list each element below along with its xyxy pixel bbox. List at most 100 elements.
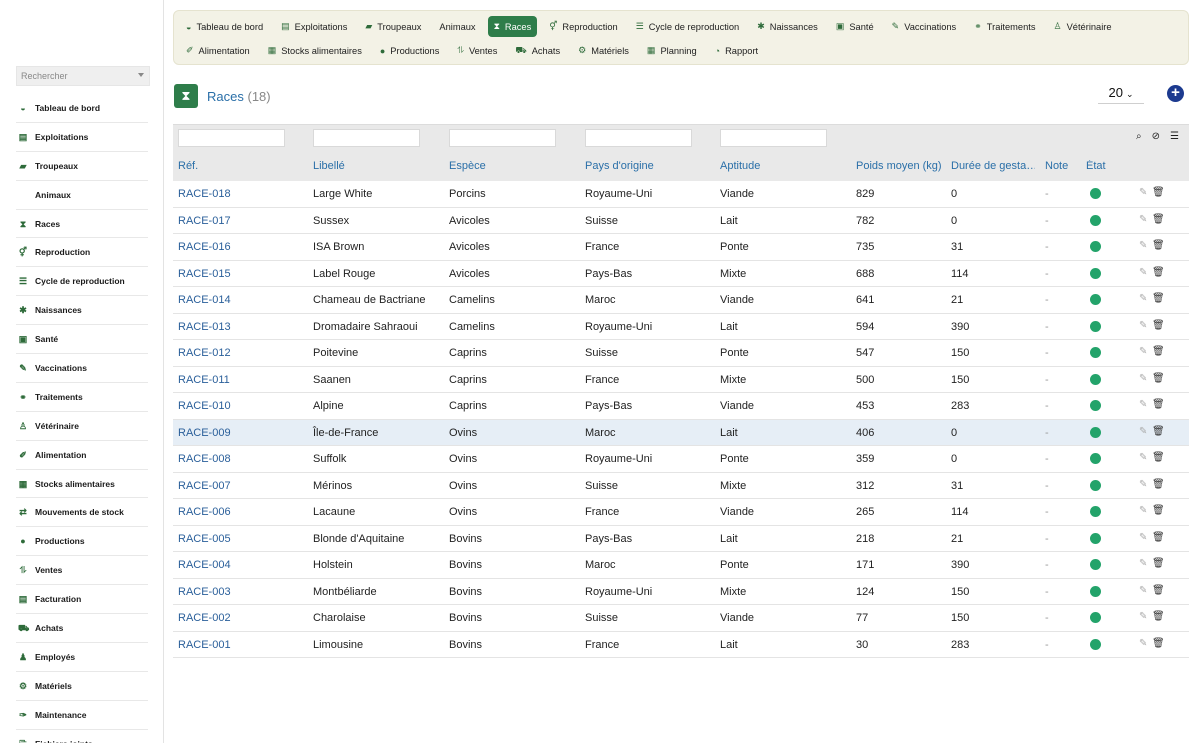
edit-icon[interactable]: ✎ [1139,399,1147,410]
delete-icon[interactable]: 🗑 [1152,558,1165,569]
delete-icon[interactable]: 🗑 [1152,452,1165,463]
delete-icon[interactable]: 🗑 [1152,267,1165,278]
nav-item[interactable]: ▰ Troupeaux [359,16,427,37]
ref-link[interactable]: RACE-002 [178,612,231,624]
edit-icon[interactable]: ✎ [1139,267,1147,278]
column-filter-input[interactable] [585,129,692,147]
table-row[interactable]: RACE-001 Limousine Bovins France Lait 30 283 - ✎… [173,632,1189,658]
column-list-icon[interactable]: ☰ [1170,131,1179,142]
table-row[interactable]: RACE-010 Alpine Caprins Pays-Bas Viande 453 28… [173,393,1189,420]
delete-icon[interactable]: 🗑 [1152,214,1165,225]
edit-icon[interactable]: ✎ [1139,585,1147,596]
nav-item[interactable]: ⚙ Matériels [572,40,635,61]
nav-item[interactable]: ☰ Cycle de reproduction [630,16,746,37]
nav-item[interactable]: ● Productions [374,40,446,61]
delete-icon[interactable]: 🗑 [1152,240,1165,251]
delete-icon[interactable]: 🗑 [1152,532,1165,543]
table-row[interactable]: RACE-009 Île-de-France Ovins Maroc Lait 406 0 -… [173,419,1189,446]
edit-icon[interactable]: ✎ [1139,558,1147,569]
ref-link[interactable]: RACE-007 [178,480,231,492]
sidebar-item[interactable]: ⚥ Reproduction [16,238,148,268]
ref-link[interactable]: RACE-005 [178,533,231,545]
sidebar-item[interactable]: Animaux [16,181,148,210]
ref-link[interactable]: RACE-016 [178,241,231,253]
ref-link[interactable]: RACE-015 [178,268,231,280]
ref-link[interactable]: RACE-012 [178,347,231,359]
ref-link[interactable]: RACE-014 [178,294,231,306]
sidebar-item[interactable]: ⛟ Achats [16,614,148,643]
per-page-select[interactable]: 20 ⌄ [1098,84,1144,104]
edit-icon[interactable]: ✎ [1139,187,1147,198]
nav-item[interactable]: ▦ Stocks alimentaires [262,40,368,61]
column-filter-input[interactable] [313,129,420,147]
clear-filter-icon[interactable]: ⊘ [1152,131,1160,142]
ref-link[interactable]: RACE-008 [178,453,231,465]
edit-icon[interactable]: ✎ [1139,532,1147,543]
edit-icon[interactable]: ✎ [1139,240,1147,251]
nav-item[interactable]: ⧗ Races [487,16,538,37]
table-row[interactable]: RACE-008 Suffolk Ovins Royaume-Uni Ponte 359 0… [173,446,1189,473]
sidebar-item[interactable]: ⧗ Races [16,210,148,239]
delete-icon[interactable]: 🗑 [1152,373,1165,384]
nav-item[interactable]: ⚥ Reproduction [543,16,623,37]
sidebar-item[interactable]: ⥮ Ventes [16,556,148,586]
edit-icon[interactable]: ✎ [1139,611,1147,622]
table-row[interactable]: RACE-005 Blonde d'Aquitaine Bovins Pays-Bas… [173,526,1189,552]
ref-link[interactable]: RACE-004 [178,559,231,571]
search-icon[interactable]: ⌕ [1136,131,1142,142]
sidebar-item[interactable]: ⚙ Matériels [16,672,148,701]
table-row[interactable]: RACE-004 Holstein Bovins Maroc Ponte 171 390 - ✎… [173,552,1189,579]
delete-icon[interactable]: 🗑 [1152,320,1165,331]
delete-icon[interactable]: 🗑 [1152,638,1165,649]
sidebar-item[interactable]: ▤ Facturation [16,585,148,615]
sidebar-item[interactable]: ✐ Alimentation [16,441,148,470]
edit-icon[interactable]: ✎ [1139,638,1147,649]
nav-item[interactable]: ✱ Naissances [751,16,824,37]
ref-link[interactable]: RACE-018 [178,188,231,200]
delete-icon[interactable]: 🗑 [1152,399,1165,410]
column-filter-input[interactable] [720,129,827,147]
sidebar-item[interactable]: ♙ Vétérinaire [16,412,148,441]
delete-icon[interactable]: 🗑 [1152,426,1165,437]
column-filter-input[interactable] [449,129,556,147]
column-header[interactable]: Poids moyen (kg) [856,160,946,172]
table-row[interactable]: RACE-007 Mérinos Ovins Suisse Mixte 312 31 - ✎ 🗑 [173,473,1189,499]
edit-icon[interactable]: ✎ [1139,426,1147,437]
delete-icon[interactable]: 🗑 [1152,505,1165,516]
sidebar-item[interactable]: ✑ Maintenance [16,701,148,730]
column-header[interactable]: État [1086,160,1126,172]
table-row[interactable]: RACE-011 Saanen Caprins France Mixte 500 150 - ✎… [173,367,1189,393]
column-header[interactable]: Note [1045,160,1081,172]
edit-icon[interactable]: ✎ [1139,214,1147,225]
add-race-button[interactable]: + [1167,85,1184,102]
table-row[interactable]: RACE-003 Montbéliarde Bovins Royaume-Uni Mix… [173,579,1189,605]
sidebar-item[interactable]: ⎘ Fichiers joints [16,730,148,743]
table-row[interactable]: RACE-006 Lacaune Ovins France Viande 265 114 - ✎… [173,499,1189,526]
table-row[interactable]: RACE-018 Large White Porcins Royaume-Uni Via… [173,181,1189,208]
table-row[interactable]: RACE-013 Dromadaire Sahraoui Camelins Royau… [173,314,1189,340]
delete-icon[interactable]: 🗑 [1152,346,1165,357]
sidebar-item[interactable]: ⇄ Mouvements de stock [16,498,148,528]
ref-link[interactable]: RACE-010 [178,400,231,412]
delete-icon[interactable]: 🗑 [1152,293,1165,304]
nav-item[interactable]: ⚭ Traitements [968,16,1041,37]
sidebar-item[interactable]: ▦ Stocks alimentaires [16,470,148,499]
sidebar-item[interactable]: ♟ Employés [16,643,148,672]
delete-icon[interactable]: 🗑 [1152,611,1165,622]
delete-icon[interactable]: 🗑 [1152,479,1165,490]
column-header[interactable]: Réf. [178,160,298,172]
nav-item[interactable]: ✐ Alimentation [180,40,256,61]
nav-item[interactable]: ▣ Santé [830,16,880,37]
sidebar-search-input[interactable]: Rechercher [16,66,150,86]
edit-icon[interactable]: ✎ [1139,479,1147,490]
sidebar-item[interactable]: ☰ Cycle de reproduction [16,267,148,297]
column-header[interactable]: Pays d'origine [585,160,705,172]
nav-item[interactable]: ▦ Planning [641,40,703,61]
ref-link[interactable]: RACE-009 [178,427,231,439]
table-row[interactable]: RACE-012 Poitevine Caprins Suisse Ponte 547 15… [173,340,1189,367]
sidebar-item[interactable]: ✎ Vaccinations [16,354,148,383]
delete-icon[interactable]: 🗑 [1152,187,1165,198]
sidebar-item[interactable]: ● Productions [16,527,148,557]
column-filter-input[interactable] [178,129,285,147]
ref-link[interactable]: RACE-001 [178,639,231,651]
